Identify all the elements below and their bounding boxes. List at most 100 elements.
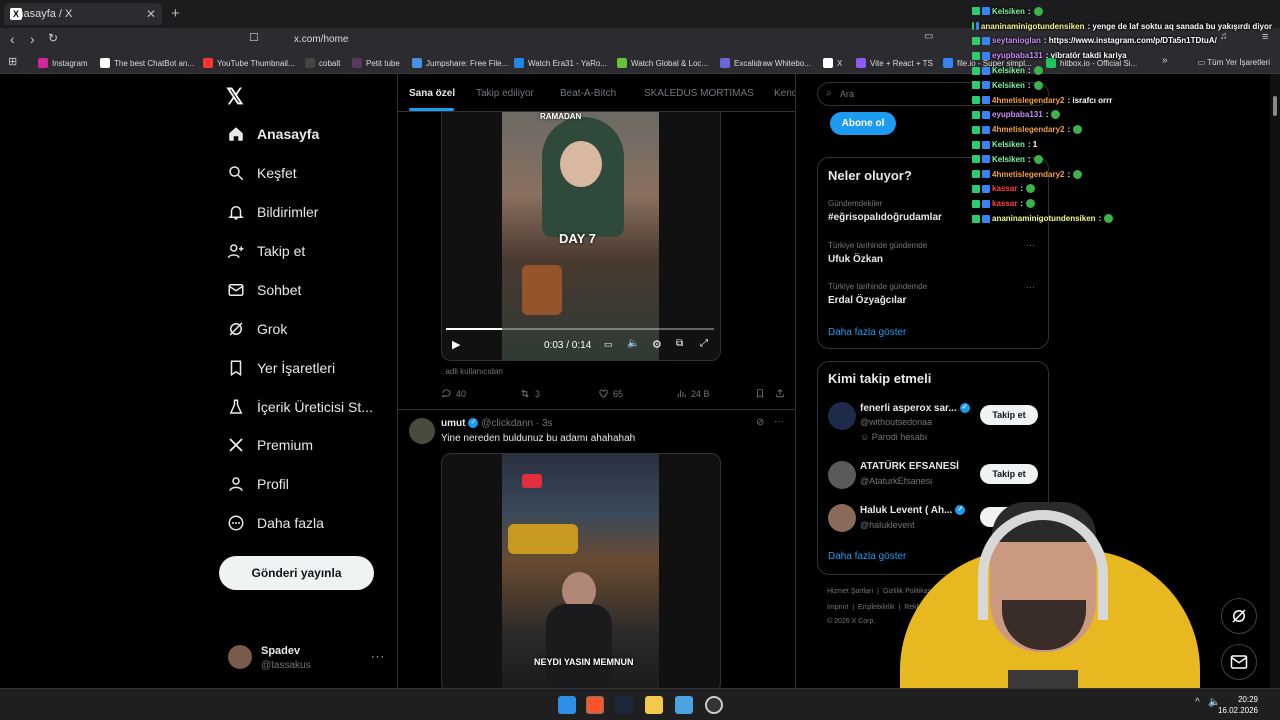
tab-following[interactable]: Takip ediliyor (476, 88, 534, 99)
chat-username: 4hmetislegendary2 (992, 95, 1065, 105)
repost-button[interactable]: 3 (519, 388, 540, 399)
badge-icon (982, 140, 990, 149)
nav-item-add-user[interactable]: Takip et (226, 239, 305, 263)
follow-button[interactable]: Takip et (980, 464, 1038, 484)
more-icon[interactable]: ··· (1026, 240, 1035, 250)
badge-icon (982, 184, 990, 193)
bookmark-item[interactable]: YouTube Thumbnail... (203, 58, 295, 68)
steam-icon[interactable] (615, 696, 633, 714)
folder-icon[interactable] (645, 696, 663, 714)
show-more-link[interactable]: Daha fazla göster (828, 327, 906, 338)
nav-item-x[interactable]: Premium (226, 433, 313, 457)
settings-icon[interactable]: ⚙ (652, 338, 662, 351)
video-progress[interactable] (446, 328, 714, 330)
screen-icon[interactable]: ▭ (924, 31, 933, 42)
add-user-icon (226, 241, 246, 261)
avatar[interactable] (409, 418, 435, 444)
app-icon[interactable] (675, 696, 693, 714)
trend-name[interactable]: Ufuk Özkan (828, 254, 883, 265)
browser-taskbar-icon[interactable] (586, 696, 604, 714)
search-placeholder: Ara (840, 89, 855, 99)
account-switcher[interactable]: Spadev @tassakus ··· (228, 643, 388, 675)
grok-fab[interactable] (1221, 598, 1257, 634)
subscribe-button[interactable]: Abone ol (830, 112, 896, 135)
post-time[interactable]: · 3s (536, 418, 553, 429)
messages-fab[interactable] (1221, 644, 1257, 680)
views-button[interactable]: 24 B (676, 388, 710, 399)
author-handle[interactable]: @clickdann (481, 418, 533, 429)
tab-list[interactable]: Kend (774, 88, 795, 99)
nav-item-bookmark[interactable]: Yer İşaretleri (226, 356, 335, 380)
nav-item-mail[interactable]: Sohbet (226, 278, 301, 302)
follow-name[interactable]: fenerli asperox sar... ✓ (860, 403, 970, 414)
trend-name[interactable]: #eğrisopalıdoğrudamlar (828, 212, 942, 223)
tab-list[interactable]: SKALEDUS MORTIMAS (644, 88, 754, 99)
bookmark-item[interactable]: Watch Global & Loc... (617, 58, 708, 68)
bookmark-page-icon[interactable]: ☐ (249, 31, 259, 44)
badge-icon (972, 36, 980, 45)
post-button[interactable]: Gönderi yayınla (219, 556, 374, 590)
mail-icon (1230, 655, 1248, 669)
more-icon[interactable]: ··· (371, 651, 385, 663)
video-player[interactable]: NEYDI YASIN MEMNUN (441, 453, 721, 688)
follow-name[interactable]: ATATÜRK EFSANESİ (860, 461, 959, 472)
volume-icon[interactable]: 🔈 (627, 338, 639, 349)
bookmark-item[interactable]: The best ChatBot an... (100, 58, 194, 68)
system-clock[interactable]: 20:29 16.02.2026 (1218, 694, 1258, 716)
x-logo-icon[interactable]: 𝕏 (226, 84, 244, 110)
obs-icon[interactable] (705, 696, 723, 714)
bookmark-item[interactable]: Excalidraw Whitebo... (720, 58, 811, 68)
bookmark-item[interactable]: Vite + React + TS (856, 58, 933, 68)
bookmark-item[interactable]: cobalt (305, 58, 340, 68)
trend-name[interactable]: Erdal Özyağcılar (828, 295, 906, 306)
bookmark-item[interactable]: Watch Era31 - YaRo... (514, 58, 607, 68)
badge-icon (982, 51, 990, 60)
avatar[interactable] (828, 504, 856, 532)
search-icon: ⌕ (826, 88, 832, 99)
nav-item-user[interactable]: Profil (226, 472, 289, 496)
url-input[interactable]: x.com/home (268, 30, 968, 50)
reload-icon[interactable]: ↻ (48, 31, 58, 45)
footer-link[interactable]: Hizmet Şartları (827, 588, 873, 595)
chat-message: kassar: (972, 196, 1272, 211)
pip-icon[interactable]: ⧉ (676, 338, 683, 349)
back-icon[interactable]: ‹ (10, 31, 15, 47)
reply-button[interactable]: 40 (441, 388, 466, 399)
more-icon[interactable]: ··· (1026, 282, 1035, 292)
avatar[interactable] (828, 402, 856, 430)
nav-item-more-circle[interactable]: Daha fazla (226, 511, 324, 535)
follow-button[interactable]: Takip et (980, 405, 1038, 425)
bookmark-item[interactable]: X (823, 58, 842, 68)
captions-icon[interactable]: ▭ (604, 339, 613, 350)
bookmark-item[interactable]: Jumpshare: Free File... (412, 58, 508, 68)
tray-chevron-icon[interactable]: ^ (1195, 697, 1200, 708)
close-tab-icon[interactable]: ✕ (146, 7, 156, 21)
footer-link[interactable]: İmprint (827, 604, 848, 611)
author-name[interactable]: umut (441, 418, 465, 429)
nav-item-flask[interactable]: İçerik Üreticisi St... (226, 395, 373, 419)
forward-icon[interactable]: › (30, 31, 35, 47)
bookmark-item[interactable]: Instagram (38, 58, 88, 68)
emote-icon (1033, 154, 1043, 164)
fullscreen-icon[interactable]: ⤢ (700, 338, 708, 349)
apps-icon[interactable]: ⊞ (8, 55, 17, 68)
like-button[interactable]: 65 (598, 388, 623, 399)
bookmark-button[interactable] (755, 388, 769, 399)
windows-start-icon[interactable] (558, 696, 576, 714)
browser-tab[interactable]: X Anasayfa / X ✕ (4, 3, 162, 25)
video-player[interactable]: RAMADAN DAY 7 ▶ 0:03 / 0:14 ▭ 🔈 ⚙ ⧉ ⤢ (441, 104, 721, 361)
tab-for-you[interactable]: Sana özel (409, 88, 455, 99)
bookmark-item[interactable]: Petit tube (352, 58, 400, 68)
nav-item-search[interactable]: Keşfet (226, 161, 297, 185)
more-icon[interactable]: ··· (774, 416, 784, 427)
nav-item-grok[interactable]: Grok (226, 317, 287, 341)
nav-item-home[interactable]: Anasayfa (226, 122, 319, 146)
grok-icon[interactable]: ⊘ (756, 417, 764, 428)
new-tab-icon[interactable]: + (171, 5, 180, 22)
play-icon[interactable]: ▶ (452, 338, 460, 351)
nav-item-bell[interactable]: Bildirimler (226, 200, 318, 224)
share-button[interactable] (775, 388, 789, 399)
scrollbar-thumb[interactable] (1273, 96, 1277, 116)
avatar[interactable] (828, 461, 856, 489)
tab-list[interactable]: Beat-A-Bitch (560, 88, 616, 99)
